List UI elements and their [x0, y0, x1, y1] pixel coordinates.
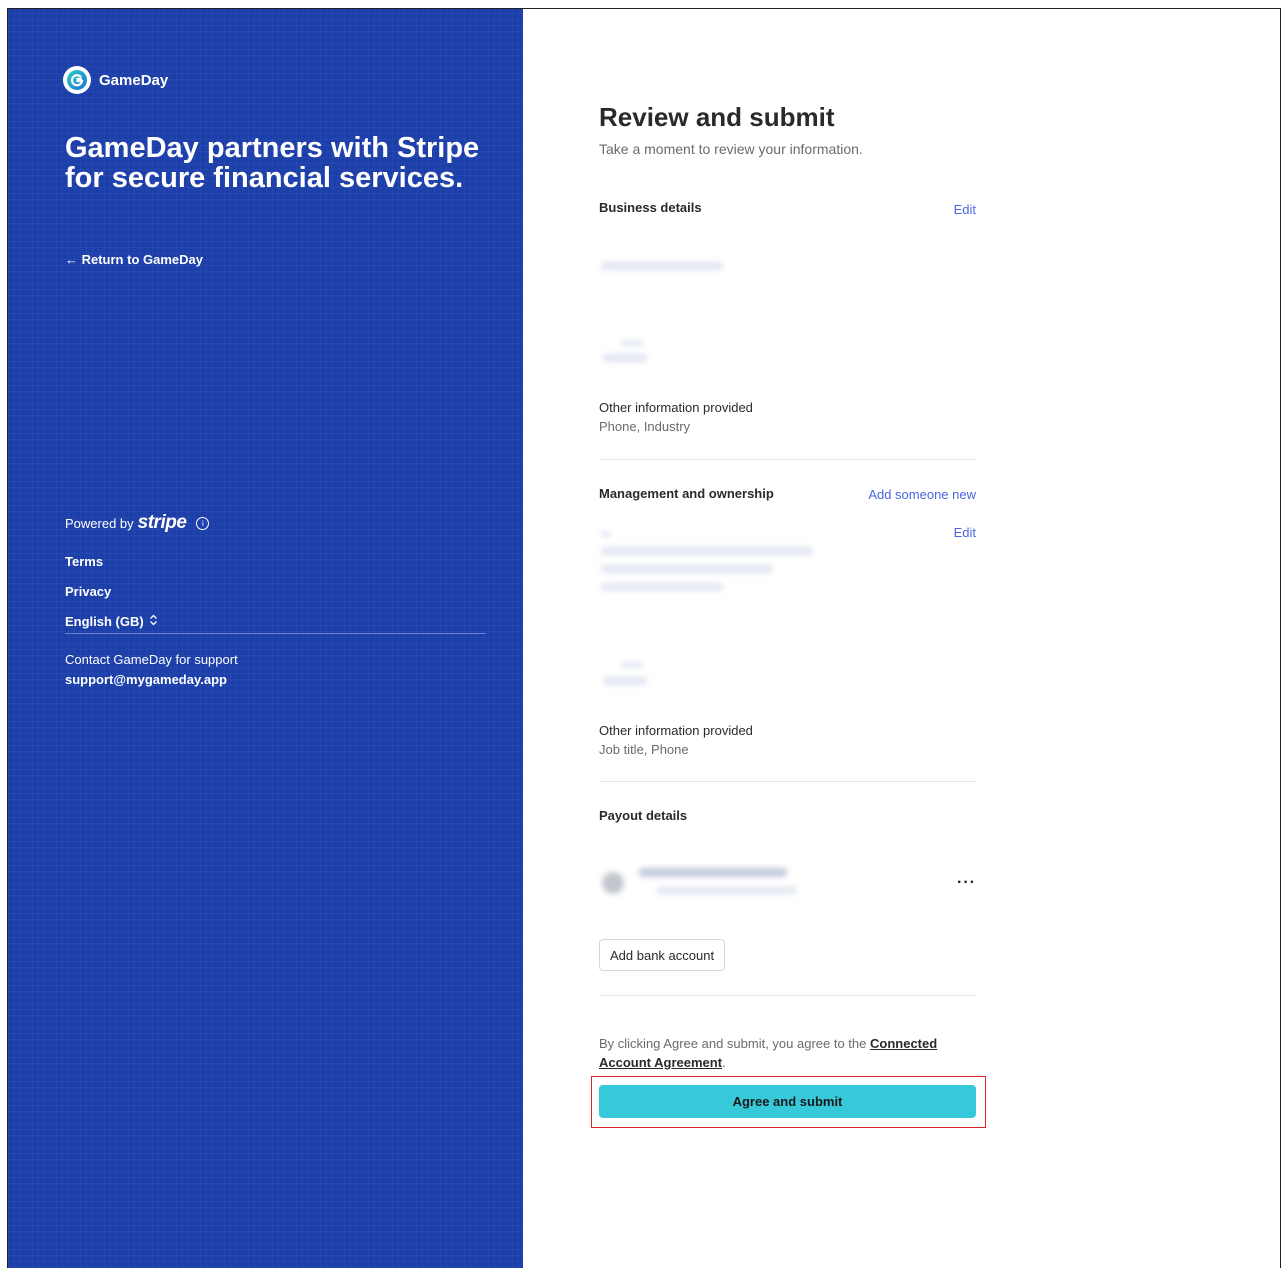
support-email[interactable]: support@mygameday.app	[65, 672, 227, 687]
add-someone-new-link[interactable]: Add someone new	[868, 487, 976, 502]
agreement-text: By clicking Agree and submit, you agree …	[599, 1034, 976, 1072]
gameday-logo-icon	[63, 66, 91, 94]
terms-link[interactable]: Terms	[65, 554, 103, 569]
redacted-person-name	[601, 531, 611, 537]
agree-and-submit-button[interactable]: Agree and submit	[599, 1085, 976, 1118]
management-heading: Management and ownership	[599, 486, 774, 501]
management-edit-link[interactable]: Edit	[954, 525, 976, 540]
stripe-logo: stripe	[137, 512, 187, 533]
redacted-person-info-2	[621, 662, 643, 668]
section-divider	[599, 995, 976, 996]
agreement-suffix: .	[722, 1055, 726, 1070]
support-text: Contact GameDay for support	[65, 652, 238, 667]
language-label: English (GB)	[65, 614, 144, 629]
redacted-person-address	[601, 547, 813, 555]
business-details-heading: Business details	[599, 200, 702, 215]
redacted-business-info	[601, 262, 723, 270]
management-other-value: Job title, Phone	[599, 742, 689, 757]
info-icon[interactable]: i	[196, 516, 210, 530]
brand-panel: GameDay GameDay partners with Stripe for…	[8, 9, 523, 1268]
redacted-person-phone	[601, 583, 723, 591]
business-other-label: Other information provided	[599, 400, 753, 415]
panel-divider	[65, 633, 486, 634]
bank-icon	[602, 872, 624, 894]
brand-name: GameDay	[99, 71, 169, 89]
redacted-business-info-3	[603, 354, 647, 362]
chevron-up-down-icon	[149, 614, 158, 629]
privacy-link[interactable]: Privacy	[65, 584, 111, 599]
redacted-bank-number	[657, 887, 797, 894]
panel-headline: GameDay partners with Stripe for secure …	[65, 132, 480, 194]
section-divider	[599, 459, 976, 460]
return-link[interactable]: ← Return to GameDay	[65, 252, 203, 267]
powered-by-label: Powered by	[65, 515, 134, 531]
page-title: Review and submit	[599, 102, 835, 132]
section-divider	[599, 781, 976, 782]
add-bank-account-button[interactable]: Add bank account	[599, 939, 726, 971]
redacted-person-email	[601, 565, 773, 573]
redacted-bank-name	[639, 868, 787, 877]
brand: GameDay	[63, 66, 168, 94]
more-options-icon[interactable]: ···	[957, 874, 976, 892]
redacted-person-info-3	[603, 677, 647, 685]
agreement-prefix: By clicking Agree and submit, you agree …	[599, 1036, 870, 1051]
business-other-value: Phone, Industry	[599, 419, 691, 434]
business-edit-link[interactable]: Edit	[954, 202, 976, 217]
powered-by-stripe: Powered by stripe i	[65, 512, 210, 534]
management-other-label: Other information provided	[599, 723, 753, 738]
redacted-business-info-2	[621, 340, 643, 346]
payout-heading: Payout details	[599, 808, 688, 823]
language-selector[interactable]: English (GB)	[65, 614, 158, 629]
page-subtitle: Take a moment to review your information…	[599, 141, 863, 157]
